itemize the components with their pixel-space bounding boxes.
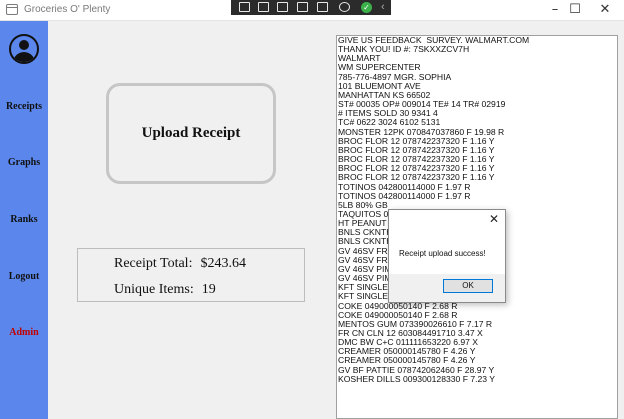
settings-icon[interactable] [339,2,350,12]
video-record-icon[interactable] [258,2,269,12]
sidebar: Receipts Graphs Ranks Logout Admin [0,21,48,419]
app-window-icon [6,4,18,15]
unique-items-label: Unique Items: [114,282,194,297]
sidebar-item-logout[interactable]: Logout [0,271,48,282]
chevron-left-icon[interactable]: ‹ [381,0,385,15]
region-capture-icon[interactable] [317,2,328,12]
main-panel: Upload Receipt Receipt Total: $243.64 Uni… [48,21,624,419]
drag-handle-icon[interactable] [239,2,250,12]
title-bar: Groceries O' Plenty ✓ ‹ – ☐ ✕ [0,0,624,21]
dialog-close-icon[interactable]: ✕ [489,212,499,226]
upload-success-dialog: ✕ Receipt upload success! OK [388,209,506,303]
window-capture-icon[interactable] [297,2,308,12]
screenshot-icon[interactable] [277,2,288,12]
dialog-message: Receipt upload success! [399,249,486,258]
unique-items-row: Unique Items: 19 [114,282,216,298]
window-title: Groceries O' Plenty [24,4,111,15]
sidebar-item-admin[interactable]: Admin [0,327,48,338]
receipt-total-value: $243.64 [200,256,246,271]
upload-receipt-button[interactable]: Upload Receipt [106,83,276,184]
sidebar-item-ranks[interactable]: Ranks [0,214,48,225]
receipt-total-label: Receipt Total: [114,256,193,271]
dialog-footer: OK [389,274,505,302]
receipt-line: KOSHER DILLS 009300128330 F 7.23 Y [338,373,496,384]
receipt-summary: Receipt Total: $243.64 Unique Items: 19 [77,248,305,302]
close-button[interactable]: ✕ [582,0,624,20]
user-avatar-icon[interactable] [9,34,39,64]
screen-capture-toolbar: ✓ ‹ [231,0,391,15]
sidebar-item-receipts[interactable]: Receipts [0,101,48,112]
unique-items-value: 19 [201,282,216,297]
receipt-total-row: Receipt Total: $243.64 [114,256,246,272]
checkmark-icon[interactable]: ✓ [361,2,372,13]
ok-button[interactable]: OK [443,279,493,293]
sidebar-item-graphs[interactable]: Graphs [0,157,48,168]
